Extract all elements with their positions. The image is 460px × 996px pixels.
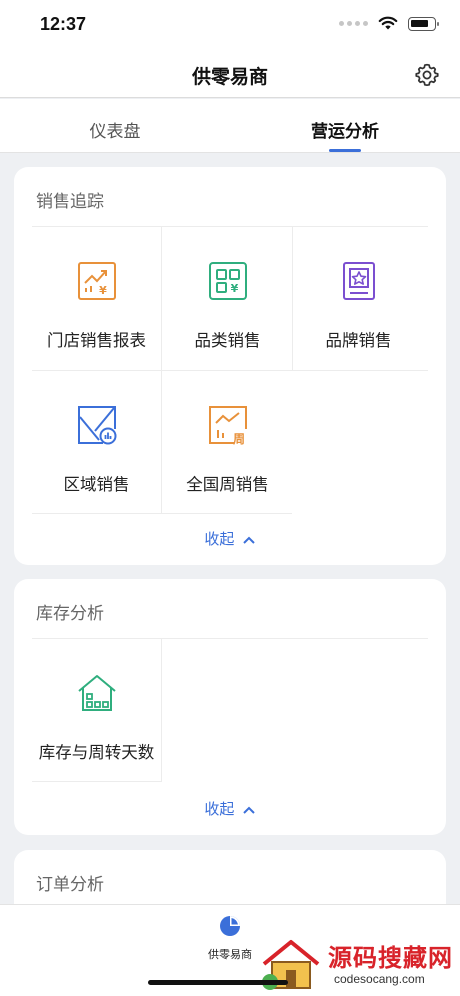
home-indicator: [148, 980, 288, 985]
watermark: 源码搜藏网 codesocang.com: [258, 936, 458, 994]
collapse-label: 收起: [204, 531, 235, 548]
national-weekly-sales-icon: 周: [209, 406, 247, 445]
pie-chart-icon: [220, 916, 240, 936]
grid-item-national-weekly-sales[interactable]: 周 全国周销售: [162, 371, 293, 514]
chevron-up-icon: [242, 806, 255, 814]
gear-icon[interactable]: [414, 62, 440, 88]
grid-item-label: 品牌销售: [325, 332, 392, 350]
svg-text:周: 周: [233, 432, 245, 445]
collapse-button[interactable]: 收起: [14, 798, 446, 819]
watermark-subtext: codesocang.com: [334, 972, 425, 986]
signal-icon: [339, 21, 368, 26]
tab-underline: [329, 149, 361, 152]
grid-item-region-sales[interactable]: 区域销售: [31, 371, 162, 514]
grid-item-category-sales[interactable]: ¥ 品类销售: [162, 227, 293, 370]
status-bar: 12:37: [0, 0, 460, 50]
card-title: 库存分析: [36, 604, 104, 623]
brand-sales-icon: [343, 262, 375, 300]
grid-item-label: 区域销售: [63, 476, 130, 494]
bottom-tab-label: 供零易商: [208, 949, 252, 961]
grid-item-inventory-turnover[interactable]: 库存与周转天数: [31, 639, 162, 782]
svg-text:¥: ¥: [231, 282, 239, 295]
grid-item-label: 全国周销售: [186, 476, 269, 494]
store-sales-report-icon: ¥: [78, 262, 116, 300]
grid-item-label: 库存与周转天数: [38, 744, 155, 762]
svg-text:¥: ¥: [99, 284, 107, 297]
sales-tracking-card: 销售追踪 ¥ 门店销售报表 ¥ 品类销售 品牌销售 区域销售 周 全国周销售 收…: [14, 167, 446, 565]
collapse-button[interactable]: 收起: [14, 528, 446, 549]
tab-label: 营运分析: [311, 122, 379, 141]
tab-dashboard[interactable]: 仪表盘: [0, 99, 230, 152]
grid-item-label: 品类销售: [194, 332, 261, 350]
grid-item-store-sales-report[interactable]: ¥ 门店销售报表: [31, 227, 162, 370]
grid-item-label: 门店销售报表: [47, 332, 146, 350]
battery-icon: [408, 16, 439, 31]
region-sales-icon: [78, 406, 117, 445]
card-title: 订单分析: [36, 875, 104, 894]
category-sales-icon: ¥: [209, 262, 247, 300]
page-title: 供零易商: [191, 67, 268, 88]
tab-label: 仪表盘: [89, 122, 141, 141]
bottom-tab-home[interactable]: 供零易商: [200, 915, 260, 962]
card-title: 销售追踪: [36, 192, 104, 211]
tab-operations-analysis[interactable]: 营运分析: [230, 99, 460, 152]
inventory-turnover-icon: [78, 675, 116, 711]
navigation-bar: 供零易商: [0, 50, 460, 98]
inventory-card: 库存分析 库存与周转天数 收起: [14, 579, 446, 835]
wifi-icon: [378, 16, 398, 30]
status-time: 12:37: [40, 14, 87, 34]
watermark-text: 源码搜藏网: [328, 944, 453, 972]
tab-bar: 仪表盘 营运分析: [0, 99, 460, 153]
chevron-up-icon: [242, 536, 255, 544]
status-icons: [339, 16, 439, 31]
collapse-label: 收起: [204, 801, 235, 818]
grid-item-brand-sales[interactable]: 品牌销售: [293, 227, 424, 370]
